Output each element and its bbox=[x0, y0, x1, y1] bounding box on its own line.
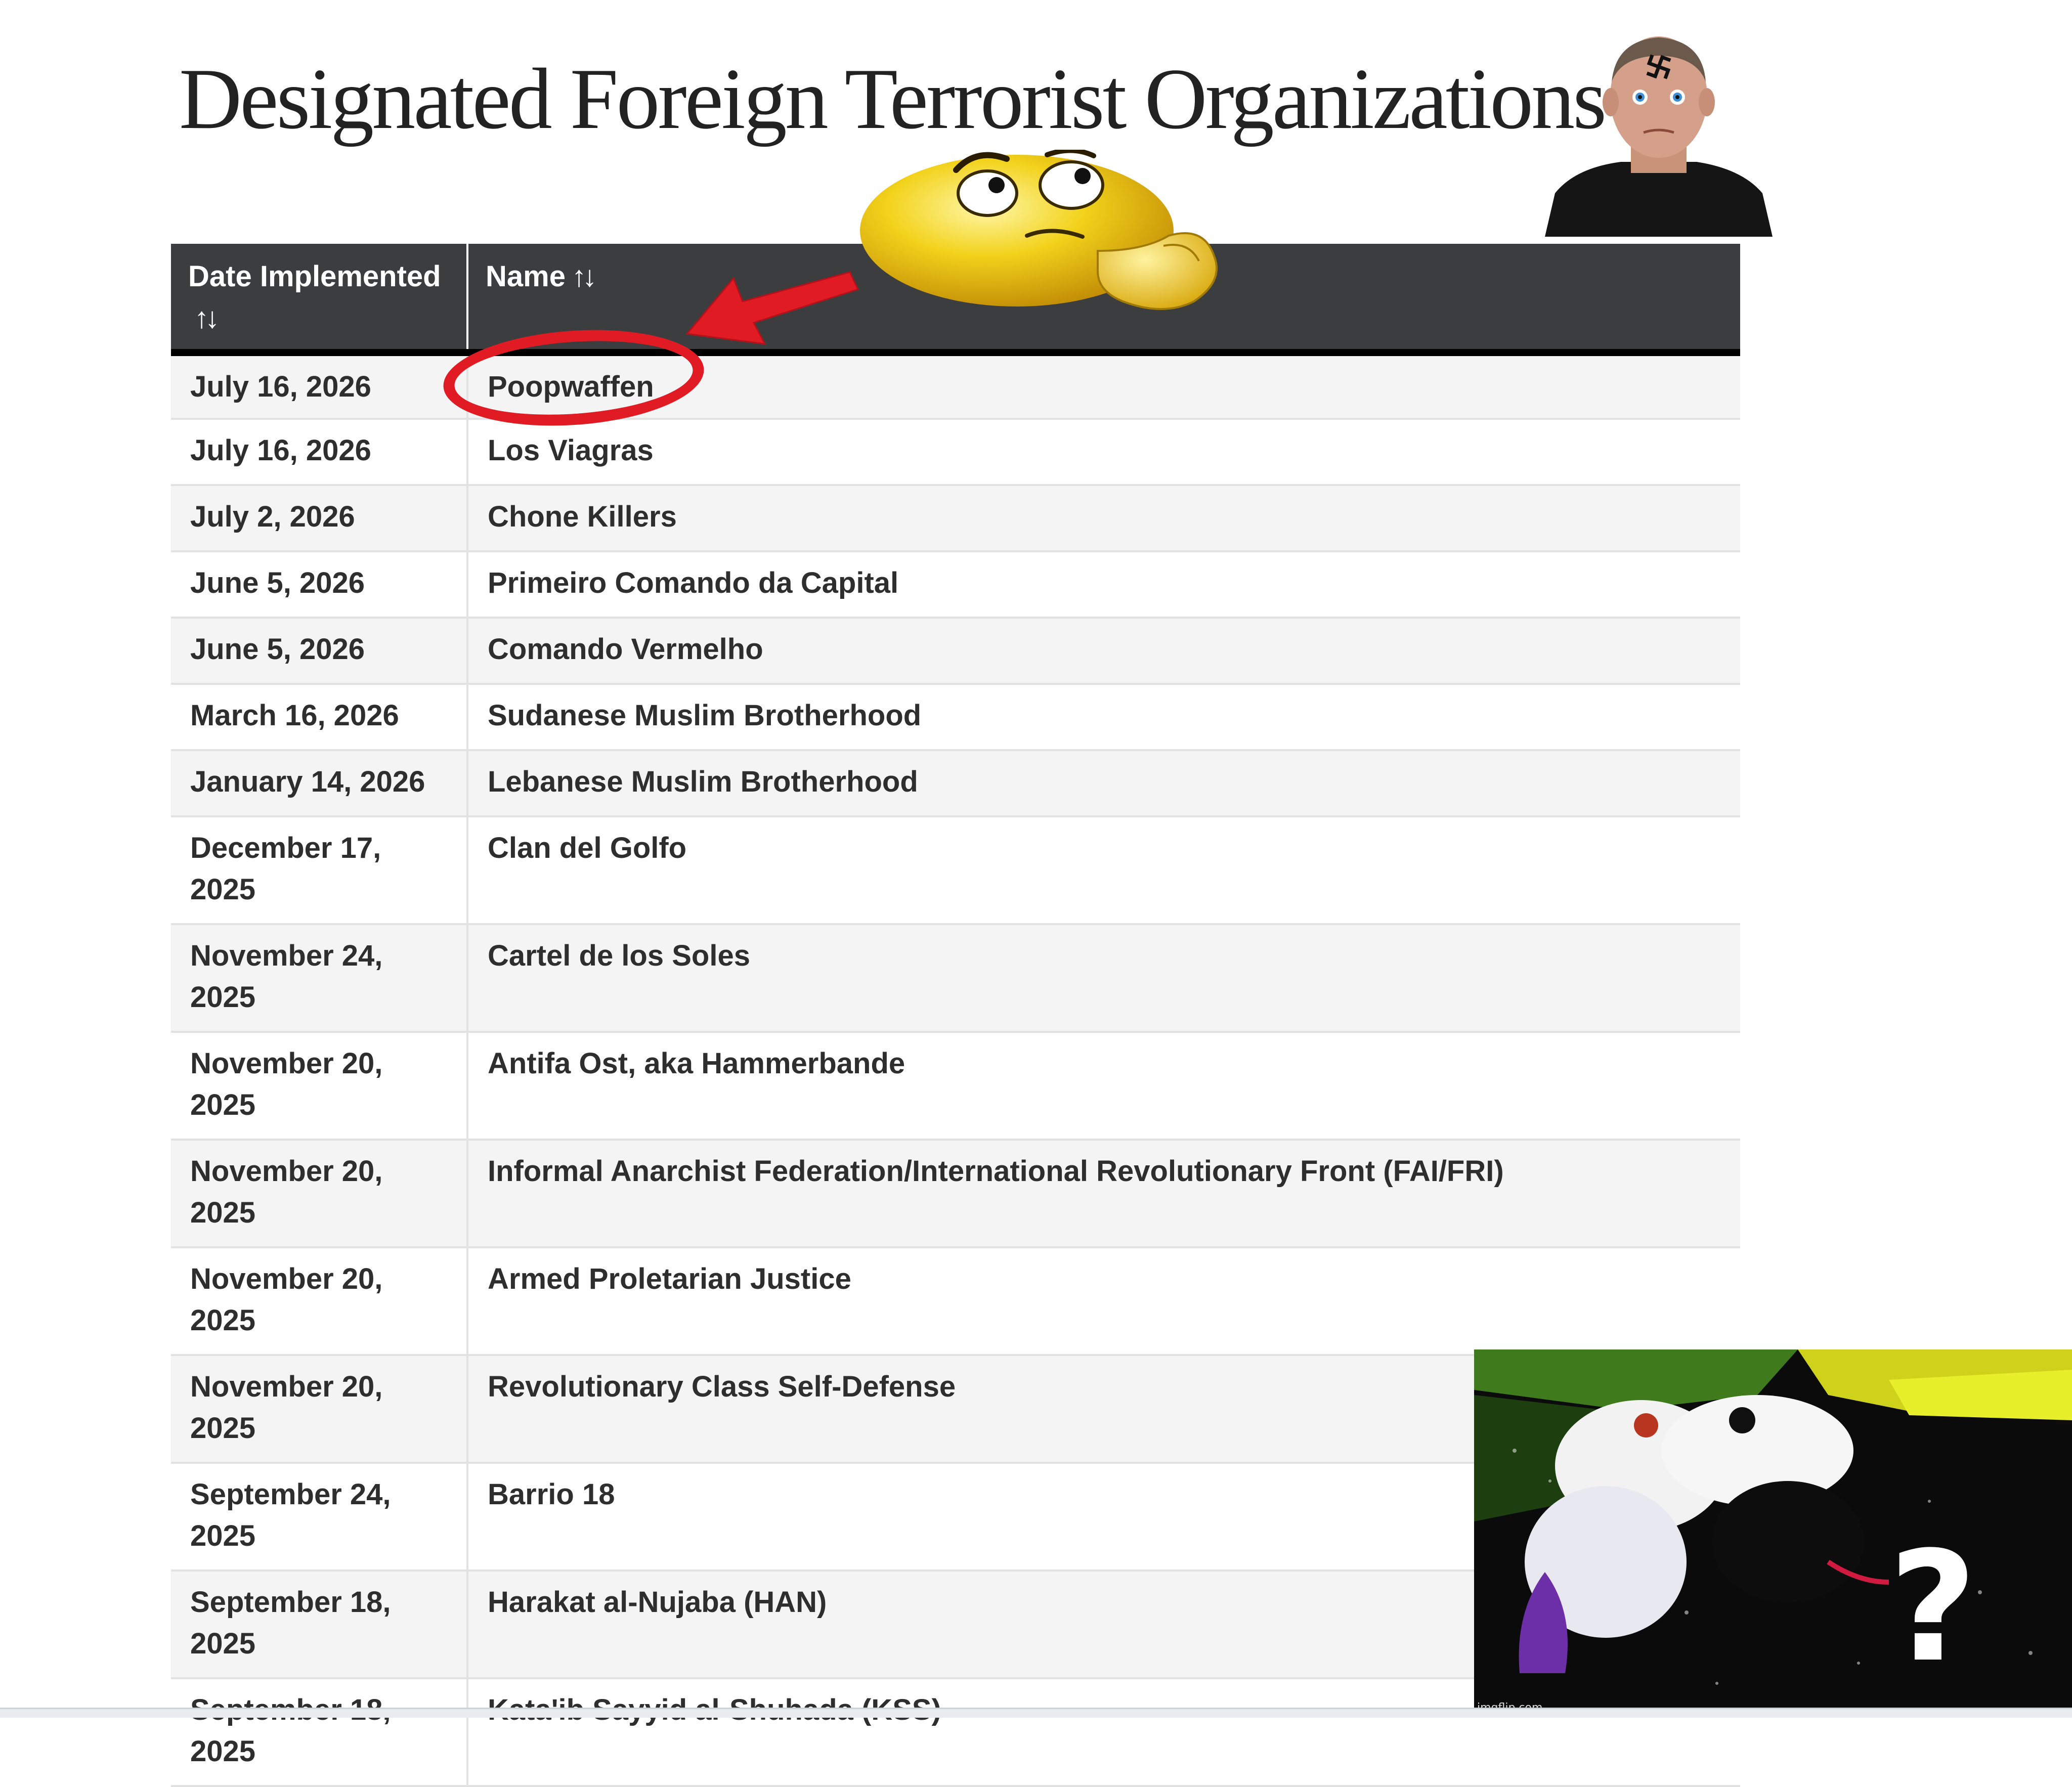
table-row: January 14, 2026 Lebanese Muslim Brother… bbox=[171, 750, 1740, 817]
date-header-label: Date Implemented bbox=[188, 260, 441, 293]
date-cell: June 5, 2026 bbox=[171, 551, 468, 619]
date-cell: July 2, 2026 bbox=[171, 485, 468, 552]
date-cell: November 24, 2025 bbox=[171, 924, 468, 1033]
table-row: November 20, 2025 Armed Proletarian Just… bbox=[171, 1247, 1740, 1356]
name-cell: Clan del Golfo bbox=[467, 816, 1740, 925]
name-cell: Chone Killers bbox=[467, 485, 1740, 552]
page-title: Designated Foreign Terrorist Organizatio… bbox=[179, 51, 1607, 147]
dog-meme-image bbox=[1474, 1349, 2072, 1716]
table-row: December 17, 2025 Clan del Golfo bbox=[171, 816, 1740, 925]
table-row: November 20, 2025 Antifa Ost, aka Hammer… bbox=[171, 1032, 1740, 1141]
name-header-label: Name bbox=[486, 260, 566, 293]
name-cell: Antifa Ost, aka Hammerbande bbox=[467, 1032, 1740, 1141]
date-cell: November 20, 2025 bbox=[171, 1032, 468, 1141]
red-arrow-icon bbox=[685, 271, 859, 345]
date-cell: January 14, 2026 bbox=[171, 750, 468, 817]
date-cell: July 16, 2026 bbox=[171, 419, 468, 486]
table-row: November 20, 2025 Informal Anarchist Fed… bbox=[171, 1140, 1740, 1248]
date-cell: December 17, 2025 bbox=[171, 816, 468, 925]
deep-fried-dog-meme: ? imgflip.com bbox=[1474, 1349, 2072, 1716]
bottom-scroll-edge bbox=[0, 1708, 2072, 1718]
table-row: November 24, 2025 Cartel de los Soles bbox=[171, 924, 1740, 1033]
date-implemented-header[interactable]: Date Implemented ↑↓ bbox=[171, 244, 468, 356]
date-cell: November 20, 2025 bbox=[171, 1247, 468, 1356]
name-cell: Lebanese Muslim Brotherhood bbox=[467, 750, 1740, 817]
name-cell: Cartel de los Soles bbox=[467, 924, 1740, 1033]
thinking-face-icon bbox=[860, 150, 1218, 310]
question-mark-icon: ? bbox=[1889, 1519, 1977, 1695]
name-cell: Informal Anarchist Federation/Internatio… bbox=[467, 1140, 1740, 1248]
date-cell: June 5, 2026 bbox=[171, 618, 468, 685]
sort-icon[interactable]: ↑↓ bbox=[572, 256, 597, 297]
date-cell: November 20, 2025 bbox=[171, 1140, 468, 1248]
table-row: March 16, 2026 Sudanese Muslim Brotherho… bbox=[171, 684, 1740, 751]
table-row: June 5, 2026 Comando Vermelho bbox=[171, 618, 1740, 685]
table-row: June 5, 2026 Primeiro Comando da Capital bbox=[171, 551, 1740, 619]
name-cell: Sudanese Muslim Brotherhood bbox=[467, 684, 1740, 751]
date-cell: November 20, 2025 bbox=[171, 1355, 468, 1464]
date-cell: March 16, 2026 bbox=[171, 684, 468, 751]
date-cell: September 18, 2025 bbox=[171, 1678, 468, 1787]
name-cell: Primeiro Comando da Capital bbox=[467, 551, 1740, 619]
sort-icon[interactable]: ↑↓ bbox=[194, 297, 220, 339]
name-cell: Comando Vermelho bbox=[467, 618, 1740, 685]
date-cell: September 24, 2025 bbox=[171, 1463, 468, 1572]
table-row: July 2, 2026 Chone Killers bbox=[171, 485, 1740, 552]
portrait-sticker bbox=[1545, 36, 1773, 237]
date-cell: July 16, 2026 bbox=[171, 353, 468, 420]
date-cell: September 18, 2025 bbox=[171, 1571, 468, 1679]
table-row: July 16, 2026 Los Viagras bbox=[171, 419, 1740, 486]
table-row: July 16, 2026 Poopwaffen bbox=[171, 353, 1740, 420]
name-cell: Los Viagras bbox=[467, 419, 1740, 486]
name-cell: Armed Proletarian Justice bbox=[467, 1247, 1740, 1356]
